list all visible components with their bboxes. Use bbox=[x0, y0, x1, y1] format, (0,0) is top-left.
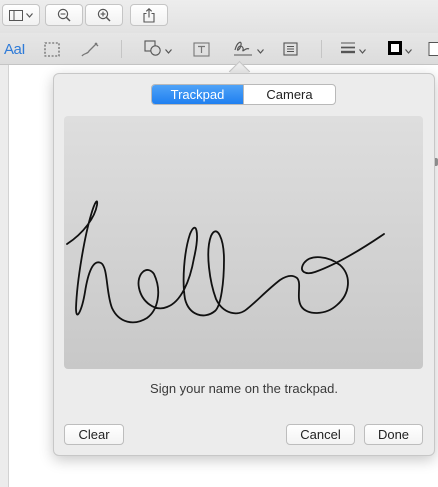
chevron-down-icon bbox=[257, 42, 264, 57]
signature-instruction: Sign your name on the trackpad. bbox=[150, 381, 338, 396]
chevron-down-icon bbox=[165, 42, 172, 57]
markup-toolbar: AaI bbox=[0, 33, 438, 65]
tab-trackpad[interactable]: Trackpad bbox=[152, 85, 243, 104]
zoom-in-icon bbox=[97, 8, 111, 22]
border-color-button[interactable] bbox=[388, 39, 412, 59]
zoom-out-icon bbox=[57, 8, 71, 22]
zoom-in-button[interactable] bbox=[85, 4, 123, 26]
sidebar-icon bbox=[9, 9, 23, 21]
toolbar-separator bbox=[321, 40, 322, 58]
text-style-label: AaI bbox=[4, 40, 26, 58]
signature-source-control: Trackpad Camera bbox=[151, 84, 336, 105]
chevron-down-icon bbox=[359, 42, 366, 57]
fill-color-icon[interactable] bbox=[428, 39, 438, 59]
signature-pad[interactable] bbox=[64, 116, 423, 369]
note-icon[interactable] bbox=[283, 39, 298, 59]
share-icon bbox=[143, 7, 155, 23]
sidebar-button[interactable] bbox=[2, 4, 40, 26]
rectangular-selection-icon[interactable] bbox=[44, 39, 60, 59]
signature-icon bbox=[232, 38, 254, 61]
signature-button[interactable] bbox=[232, 39, 264, 59]
chevron-down-icon bbox=[26, 12, 33, 18]
signature-popover: Trackpad Camera Sign your name on the tr… bbox=[53, 73, 435, 456]
zoom-out-button[interactable] bbox=[45, 4, 83, 26]
line-style-button[interactable] bbox=[340, 39, 366, 59]
share-button[interactable] bbox=[130, 4, 168, 26]
cancel-button[interactable]: Cancel bbox=[286, 424, 355, 445]
chevron-down-icon bbox=[405, 42, 412, 57]
shapes-button[interactable] bbox=[144, 39, 172, 59]
text-box-icon[interactable] bbox=[193, 39, 210, 59]
tab-camera[interactable]: Camera bbox=[243, 85, 335, 104]
main-toolbar bbox=[0, 0, 438, 33]
done-button[interactable]: Done bbox=[364, 424, 423, 445]
sketch-icon[interactable] bbox=[80, 39, 100, 59]
text-style-button[interactable]: AaI bbox=[4, 39, 26, 59]
line-style-icon bbox=[340, 41, 356, 57]
shapes-icon bbox=[144, 39, 162, 59]
signature-drawing bbox=[66, 200, 385, 324]
clear-button[interactable]: Clear bbox=[64, 424, 124, 445]
border-color-icon bbox=[388, 40, 402, 58]
toolbar-separator bbox=[121, 40, 122, 58]
